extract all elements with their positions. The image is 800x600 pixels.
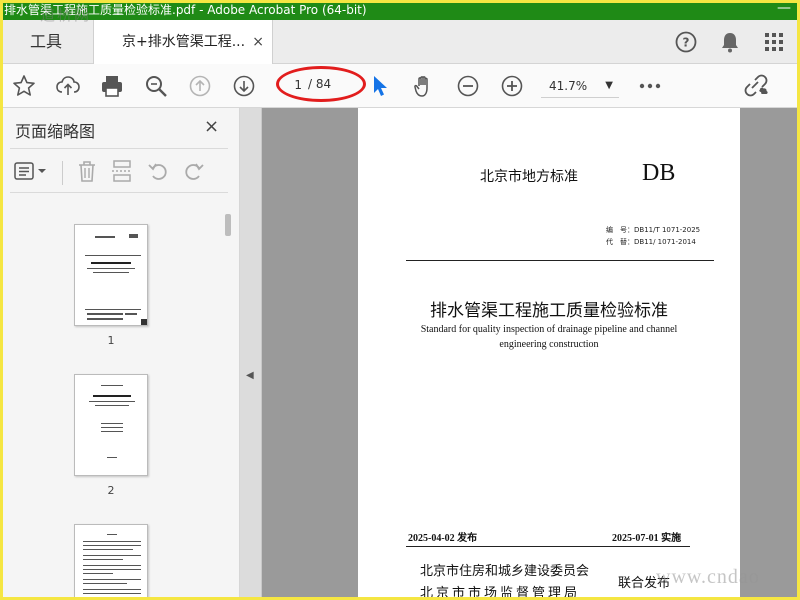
watermark-logo: 道桥网 [40, 6, 92, 24]
page-thumbnail[interactable]: 1 [74, 224, 148, 347]
watermark-url: www.cndao [656, 566, 760, 588]
tab-bar: 工具 京+排水管渠工程... × ? [0, 20, 800, 64]
zoom-out-icon[interactable] [454, 72, 482, 100]
page-thumbnail[interactable]: 2 [74, 374, 148, 497]
zoom-in-icon[interactable] [498, 72, 526, 100]
help-icon[interactable]: ? [674, 30, 698, 54]
standard-code: 编 号：DB11/T 1071-2025 [606, 226, 701, 234]
thumbnail-toolbar [14, 160, 205, 186]
pdf-page: 北京市地方标准 DB 编 号：DB11/T 1071-2025 代 替：DB11… [358, 108, 740, 600]
rotate-left-icon[interactable] [147, 160, 169, 186]
divider [62, 161, 63, 185]
trash-icon[interactable] [77, 160, 97, 186]
replaced-code: 代 替：DB11/ 1071-2014 [606, 238, 696, 246]
close-tab-button[interactable]: × [252, 20, 264, 64]
divider [406, 546, 690, 547]
rotate-right-icon[interactable] [183, 160, 205, 186]
tab-document[interactable]: 京+排水管渠工程... × [93, 20, 273, 64]
panel-title: 页面缩略图 [15, 122, 96, 141]
thumbnail-label: 1 [107, 334, 115, 347]
minimize-button[interactable]: — [774, 0, 794, 20]
hand-tool-icon[interactable] [410, 72, 438, 100]
divider [10, 192, 228, 193]
insert-page-icon[interactable] [111, 160, 133, 186]
star-icon[interactable] [10, 72, 38, 100]
options-menu-icon[interactable] [14, 161, 48, 185]
window-titlebar: 排水管渠工程施工质量检验标准.pdf - Adobe Acrobat Pro (… [0, 0, 800, 20]
db-mark: DB [642, 160, 676, 186]
thumbnail-image [74, 524, 148, 600]
tab-document-label: 京+排水管渠工程... [122, 34, 246, 50]
cloud-upload-icon[interactable] [54, 72, 82, 100]
search-icon[interactable] [142, 72, 170, 100]
page-thumbnail[interactable] [74, 524, 148, 600]
chevron-left-icon: ◀ [246, 370, 254, 381]
panel-collapse-handle[interactable]: ◀ [240, 108, 262, 600]
page-navigator: / 84 [278, 72, 348, 98]
more-options-icon[interactable] [636, 72, 664, 100]
issuing-org-2: 北京市市场监督管理局 [420, 586, 581, 600]
apps-grid-icon[interactable] [762, 30, 786, 54]
zoom-dropdown[interactable]: 41.7% ▼ [541, 74, 619, 98]
divider [10, 148, 228, 149]
close-panel-button[interactable]: × [204, 116, 219, 137]
next-page-icon[interactable] [230, 72, 258, 100]
thumbnail-image [74, 374, 148, 476]
zoom-value: 41.7% [549, 79, 588, 93]
document-viewport[interactable]: 北京市地方标准 DB 编 号：DB11/T 1071-2025 代 替：DB11… [262, 108, 800, 600]
document-title: 排水管渠工程施工质量检验标准 [430, 301, 668, 321]
standard-type: 北京市地方标准 [480, 169, 578, 185]
bell-icon[interactable] [718, 30, 742, 54]
main-toolbar: / 84 41.7% ▼ [0, 64, 800, 108]
divider [406, 260, 714, 261]
previous-page-icon[interactable] [186, 72, 214, 100]
thumbnail-image [74, 224, 148, 326]
issuing-org-1: 北京市住房和城乡建设委员会 [420, 564, 590, 579]
issue-date: 2025-04-02 发布 [408, 533, 478, 544]
document-title-english: Standard for quality inspection of drain… [420, 324, 678, 350]
implementation-date: 2025-07-01 实施 [612, 533, 682, 544]
scrollbar[interactable] [225, 214, 231, 236]
select-cursor-icon[interactable] [366, 72, 394, 100]
thumbnail-label: 2 [107, 484, 115, 497]
chevron-down-icon: ▼ [605, 80, 613, 91]
page-number-input[interactable] [284, 76, 302, 94]
page-total: / 84 [308, 77, 332, 91]
thumbnails-panel: 页面缩略图 × 1 2 [0, 108, 240, 600]
svg-text:?: ? [683, 36, 690, 50]
tab-tools[interactable]: 工具 [12, 20, 92, 64]
share-link-icon[interactable] [742, 72, 770, 100]
print-icon[interactable] [98, 72, 126, 100]
